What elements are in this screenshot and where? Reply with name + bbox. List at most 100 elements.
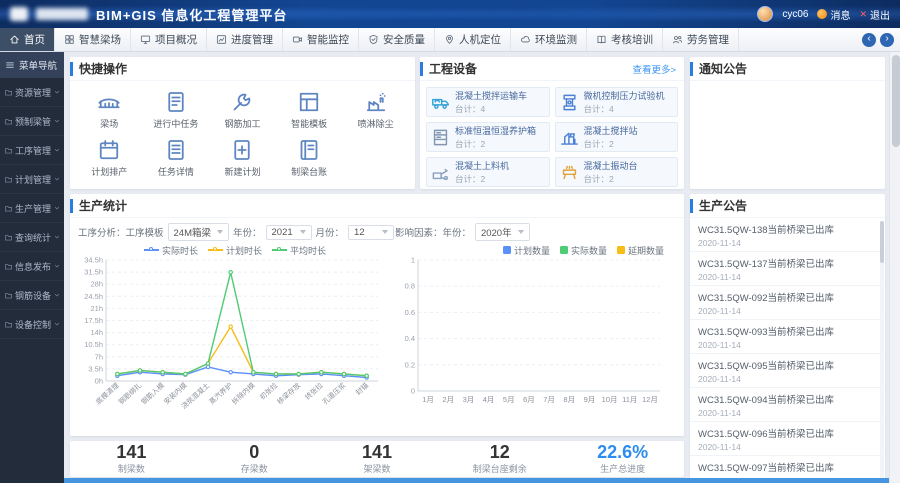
sidebar-item-process-mgmt[interactable]: 工序管理 [0,136,64,165]
production-notice-item[interactable]: WC31.5QW-096当前桥梁已出库 2020-11-14 [690,422,885,456]
production-notice-item[interactable]: WC31.5QW-095当前桥梁已出库 2020-11-14 [690,354,885,388]
production-notice-item[interactable]: WC31.5QW-137当前桥梁已出库 2020-11-14 [690,252,885,286]
legend-item[interactable]: 平均时长 [272,244,326,257]
quick-op-label: 制梁台账 [291,167,328,177]
sidebar-item-label: 钢筋设备 [15,290,51,301]
equipment-card-curing-box[interactable]: 标准恒温恒湿养护箱 台计：2 [426,122,550,152]
right-column: 通知公告 生产公告 WC31.5QW-138当前桥梁已出库 2020-11-14 W… [690,57,885,483]
page-scrollbar[interactable] [889,52,900,483]
view-more-link[interactable]: 查看更多> [632,62,684,76]
legend-item[interactable]: 延期数量 [616,244,664,257]
factor-year-select[interactable]: 2020年 [474,223,530,241]
production-notice-item[interactable]: WC31.5QW-094当前桥梁已出库 2020-11-14 [690,388,885,422]
tester-icon [562,94,576,110]
logout-button[interactable]: ✕ 退出 [859,7,890,22]
feeder-icon [432,168,449,180]
svg-text:34.5h: 34.5h [84,257,103,265]
nav-item-smart-monitoring[interactable]: 智能监控 [283,28,359,51]
production-notice-item[interactable]: WC31.5QW-138当前桥梁已出库 2020-11-14 [690,218,885,252]
nav-scroll-left-button[interactable]: ‹ [862,32,876,47]
sidebar-item-device-control[interactable]: 设备控制 [0,310,64,339]
quick-op-new-plan[interactable]: 新建计划 [209,137,276,178]
quick-op-in-progress-tasks[interactable]: 进行中任务 [143,89,210,130]
sidebar-item-resource-mgmt[interactable]: 资源管理 [0,78,64,107]
equipment-grid: 混凝土搅拌运输车 台计：4 微机控制压力试验机 台计：4 标准恒温恒湿养护箱 台计：2 混凝… [420,81,684,189]
legend-item[interactable]: 实际数量 [559,244,607,257]
nav-item-home[interactable]: 首页 [0,28,55,51]
sidebar-header[interactable]: 菜单导航 [0,52,64,78]
legend-item[interactable]: 计划数量 [502,244,550,257]
quick-op-smart-template[interactable]: 智能模板 [276,89,343,130]
quick-op-label: 智能模板 [291,119,328,129]
legend-item[interactable]: 计划时长 [207,244,262,257]
sidebar-item-precast-beam-mgmt[interactable]: 预制梁管理 [0,107,64,136]
chevron-down-icon [54,264,60,268]
equipment-card-mixing-plant[interactable]: 混凝土搅拌站 台计：2 [554,122,678,152]
production-notice-item[interactable]: WC31.5QW-092当前桥梁已出库 2020-11-14 [690,286,885,320]
notice-text: WC31.5QW-097当前桥梁已出库 [698,463,835,474]
chevron-down-icon [54,293,60,297]
menu-icon [6,62,14,68]
legend-line-marker [207,247,223,252]
nav-item-assessment-training[interactable]: 考核培训 [587,28,663,51]
nav-item-progress-mgmt[interactable]: 进度管理 [207,28,283,51]
chevron-down-icon [54,177,60,181]
messages-button[interactable]: 消息 [817,7,850,22]
quick-op-spray-dedusting[interactable]: 喷淋除尘 [342,89,409,130]
quick-op-beam-yard[interactable]: 梁场 [76,89,143,130]
sidebar-item-info-publish[interactable]: 信息发布 [0,252,64,281]
sidebar-item-label: 资源管理 [15,87,51,98]
equipment-card-mixer-truck[interactable]: 混凝土搅拌运输车 台计：4 [426,87,550,117]
sidebar-item-rebar-equipment[interactable]: 钢筋设备 [0,281,64,310]
process-analysis-chart-box: 实际时长 计划时长 平均时长 0h 3.5h 7h 10.5h 14h 17.5h 21h 24.… [76,243,394,430]
nav-item-labor-mgmt[interactable]: 劳务管理 [663,28,739,51]
influence-factor-label: 影响因素：年份： [394,228,471,239]
quick-op-beam-ledger[interactable]: 制梁台账 [276,137,343,178]
month-select[interactable]: 12 [348,224,395,240]
process-analysis-controls: 工序分析：工序模板 24M箱梁 年份： 2021 月份： 12 [78,223,395,241]
sidebar-item-query-stats[interactable]: 查询统计 [0,223,64,252]
stat-total-progress: 22.6% 生产总进度 [561,442,684,476]
main-area: 快捷操作 梁场 进行中任务 钢筋加工 智能模板 喷淋除尘 计划排产 任务详情 新建计划 制梁台账… [64,52,900,483]
page-scrollbar-thumb[interactable] [891,55,900,147]
svg-text:拆除内模: 拆除内模 [230,381,257,406]
sidebar-item-production-mgmt[interactable]: 生产管理 [0,194,64,223]
legend-label: 计划时长 [225,245,262,256]
year-select[interactable]: 2021 [265,224,312,240]
equipment-card-pressure-tester[interactable]: 微机控制压力试验机 台计：4 [554,87,678,117]
summary-stats-bar: 141 制梁数 0 存梁数 141 架梁数 12 制梁台座剩余 22.6% 生产总进度 [70,441,684,477]
gauge-icon [216,35,227,44]
quick-op-rebar-processing[interactable]: 钢筋加工 [209,89,276,130]
pin-icon [446,35,453,44]
nav-item-environment-monitoring[interactable]: 环境监测 [511,28,587,51]
equipment-card-feeder[interactable]: 混凝土上料机 台计：2 [426,157,550,187]
production-stats-panel: 生产统计 工序分析：工序模板 24M箱梁 年份： 2021 月份： 12 影响因… [70,194,684,436]
quick-op-task-details[interactable]: 任务详情 [143,137,210,178]
notice-date: 2020-11-14 [698,272,741,282]
nav-item-smart-beam-yard[interactable]: 智慧梁场 [55,28,131,51]
legend-item[interactable]: 实际时长 [143,244,198,257]
template-select[interactable]: 24M箱梁 [167,223,229,241]
sidebar-menu: 资源管理预制梁管理工序管理计划管理生产管理查询统计信息发布钢筋设备设备控制 [0,78,64,339]
nav-item-man-machine-positioning[interactable]: 人机定位 [435,28,511,51]
equipment-count: 台计：2 [583,174,614,184]
quick-op-plan-scheduling[interactable]: 计划排产 [76,137,143,178]
company-name-redacted [36,8,88,20]
equipment-card-vibration-table[interactable]: 混凝土振动台 台计：2 [554,157,678,187]
quick-op-label: 进行中任务 [153,119,199,129]
sidebar-item-plan-mgmt[interactable]: 计划管理 [0,165,64,194]
top-header: BIM+GIS 信息化工程管理平台 cyc06 消息 ✕ 退出 [0,0,900,28]
nav-item-project-overview[interactable]: 项目概况 [131,28,207,51]
equipment-name: 混凝土搅拌站 [583,126,638,136]
production-notice-item[interactable]: WC31.5QW-093当前桥梁已出库 2020-11-14 [690,320,885,354]
panel-scrollbar-thumb[interactable] [880,221,884,263]
panel-scrollbar[interactable] [880,221,884,480]
svg-text:钢筋入模: 钢筋入模 [139,381,166,406]
stat-label: 制梁台座剩余 [472,464,527,475]
spray-icon [366,92,386,111]
nav-scroll-right-button[interactable]: › [880,32,894,47]
nav-item-safety-quality[interactable]: 安全质量 [359,28,435,51]
message-icon [817,9,828,19]
svg-text:1月: 1月 [422,395,434,404]
user-avatar[interactable] [757,6,774,22]
